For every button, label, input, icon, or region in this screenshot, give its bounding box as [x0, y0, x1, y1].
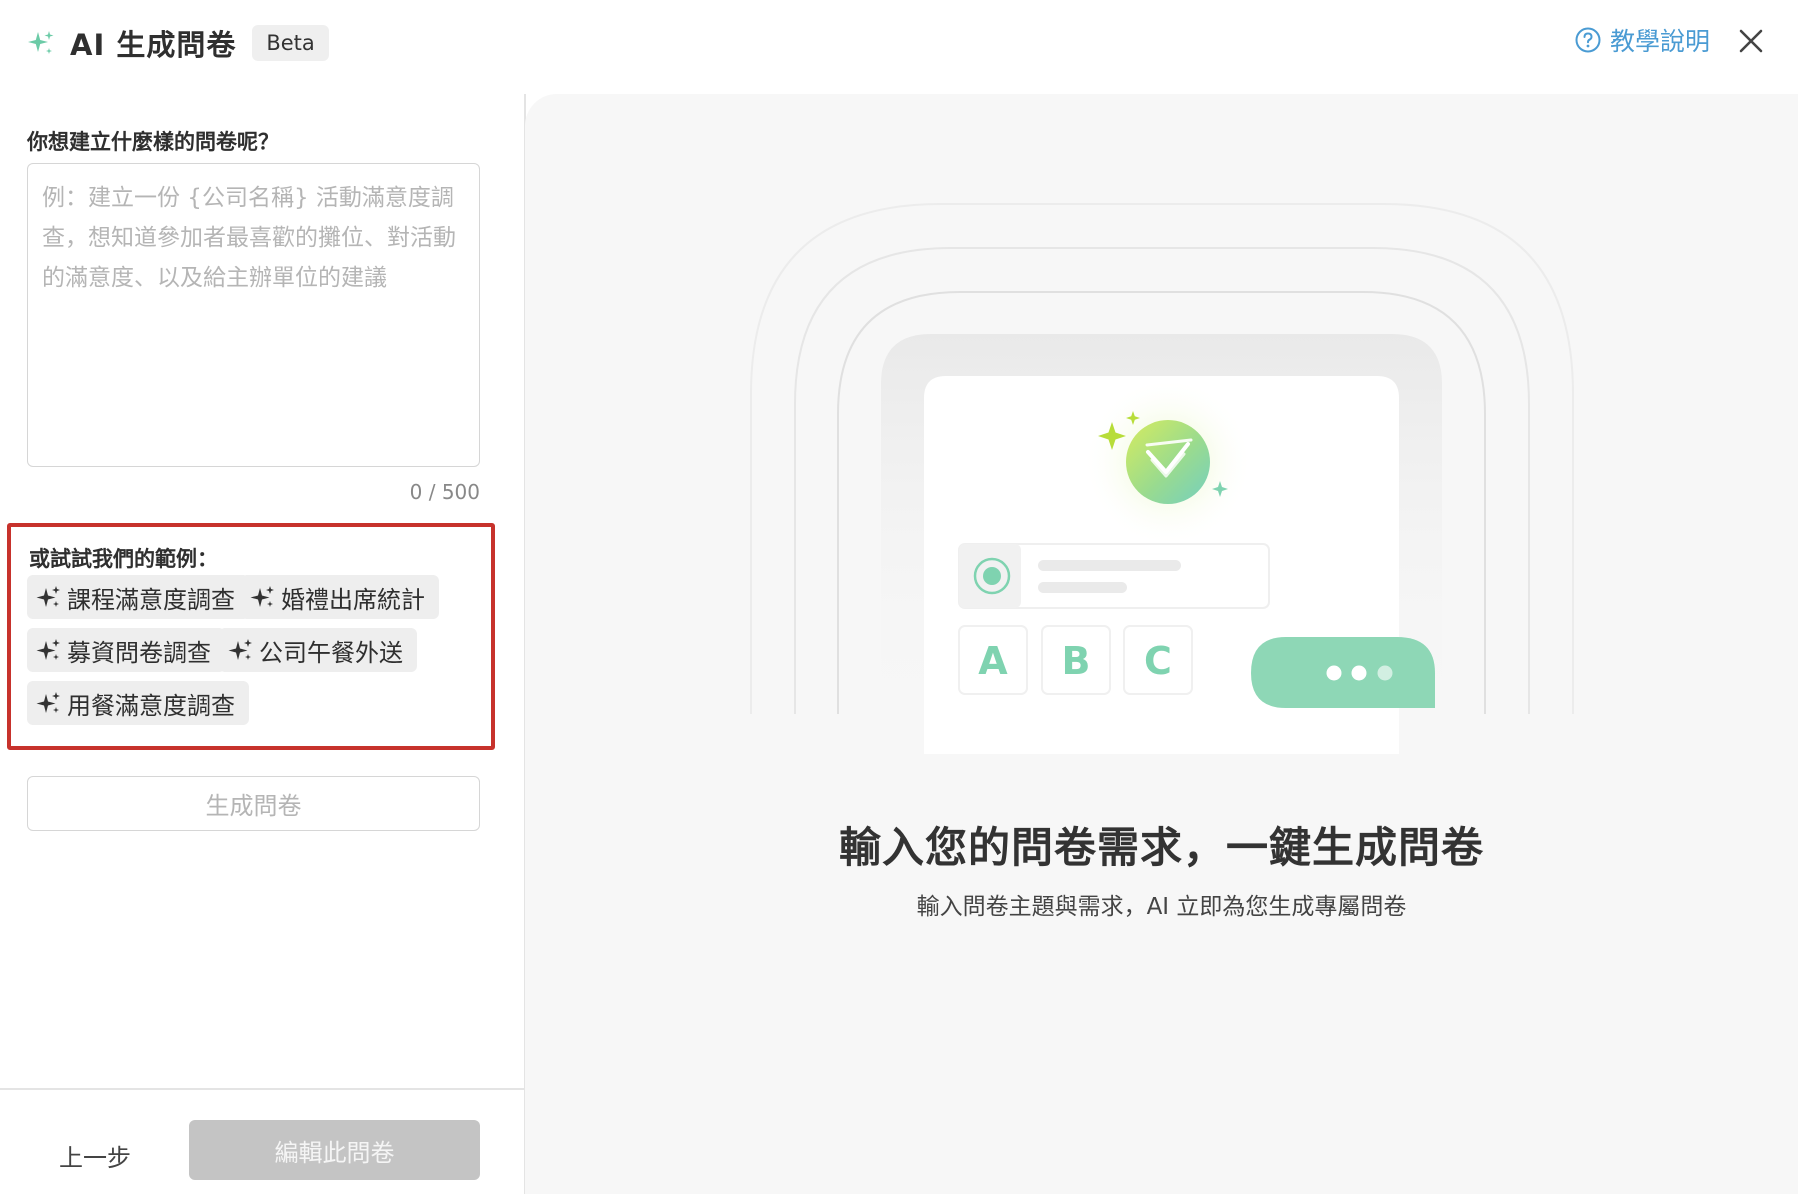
char-count: 0 / 500	[409, 480, 480, 504]
survey-illustration: A B C	[750, 203, 1574, 754]
back-button[interactable]: 上一步	[40, 1126, 150, 1184]
example-chip[interactable]: 婚禮出席統計	[241, 575, 439, 619]
survey-badge	[1126, 420, 1210, 504]
preview-panel: A B C 輸入您的問卷需求，一鍵生成問卷 輸入問卷主題與需求，AI 立即為您生…	[525, 94, 1798, 1194]
option-letter: C	[1144, 639, 1172, 683]
help-link[interactable]: 教學說明	[1574, 22, 1710, 58]
sparkle-icon	[36, 586, 60, 607]
header: AI 生成問卷 Beta 教學說明	[0, 0, 1798, 86]
chat-bubble-icon	[1251, 637, 1435, 708]
app-title: AI 生成問卷	[70, 28, 237, 62]
hero-subtitle: 輸入問卷主題與需求，AI 立即為您生成專屬問卷	[916, 894, 1407, 920]
survey-prompt-input[interactable]	[27, 163, 480, 467]
example-chip[interactable]: 課程滿意度調查	[27, 575, 249, 619]
sparkle-icon	[28, 31, 54, 54]
example-chip-label: 公司午餐外送	[259, 638, 403, 667]
example-chip-label: 婚禮出席統計	[281, 585, 425, 614]
example-chip-label: 課程滿意度調查	[67, 585, 235, 614]
sparkle-icon	[250, 586, 274, 607]
sparkle-icon	[36, 692, 60, 713]
sparkle-icon	[36, 639, 60, 660]
input-panel: 你想建立什麼樣的問卷呢？ 0 / 500 或試試我們的範例： 課程滿意度調查	[0, 86, 524, 1194]
option-letter: A	[978, 639, 1008, 683]
question-circle-icon	[1575, 27, 1601, 53]
question-label: 你想建立什麼樣的問卷呢？	[27, 130, 279, 154]
example-chip-label: 用餐滿意度調查	[67, 691, 235, 720]
example-chip[interactable]: 用餐滿意度調查	[27, 681, 249, 725]
beta-badge: Beta	[252, 25, 329, 61]
generate-survey-button[interactable]: 生成問卷	[27, 776, 480, 831]
example-chip[interactable]: 公司午餐外送	[219, 628, 417, 672]
edit-survey-button[interactable]: 編輯此問卷	[189, 1120, 480, 1180]
footer-divider	[0, 1088, 524, 1090]
brand: AI 生成問卷 Beta	[26, 22, 329, 64]
sparkle-icon	[228, 639, 252, 660]
example-chip[interactable]: 募資問卷調查	[27, 628, 225, 672]
hero-title: 輸入您的問卷需求，一鍵生成問卷	[838, 823, 1484, 872]
examples-highlight: 或試試我們的範例： 課程滿意度調查 婚禮出席統計 募資問卷調查 公司午餐外送 用…	[7, 523, 495, 750]
ai-survey-generator-dialog: AI 生成問卷 Beta 教學說明 你想建立什麼樣的問卷呢？ 0 / 500 或…	[0, 0, 1798, 1194]
option-letter: B	[1062, 639, 1091, 683]
help-label: 教學說明	[1609, 27, 1710, 56]
example-chip-label: 募資問卷調查	[67, 638, 211, 667]
close-icon[interactable]	[1734, 24, 1768, 58]
examples-label: 或試試我們的範例：	[29, 547, 218, 571]
